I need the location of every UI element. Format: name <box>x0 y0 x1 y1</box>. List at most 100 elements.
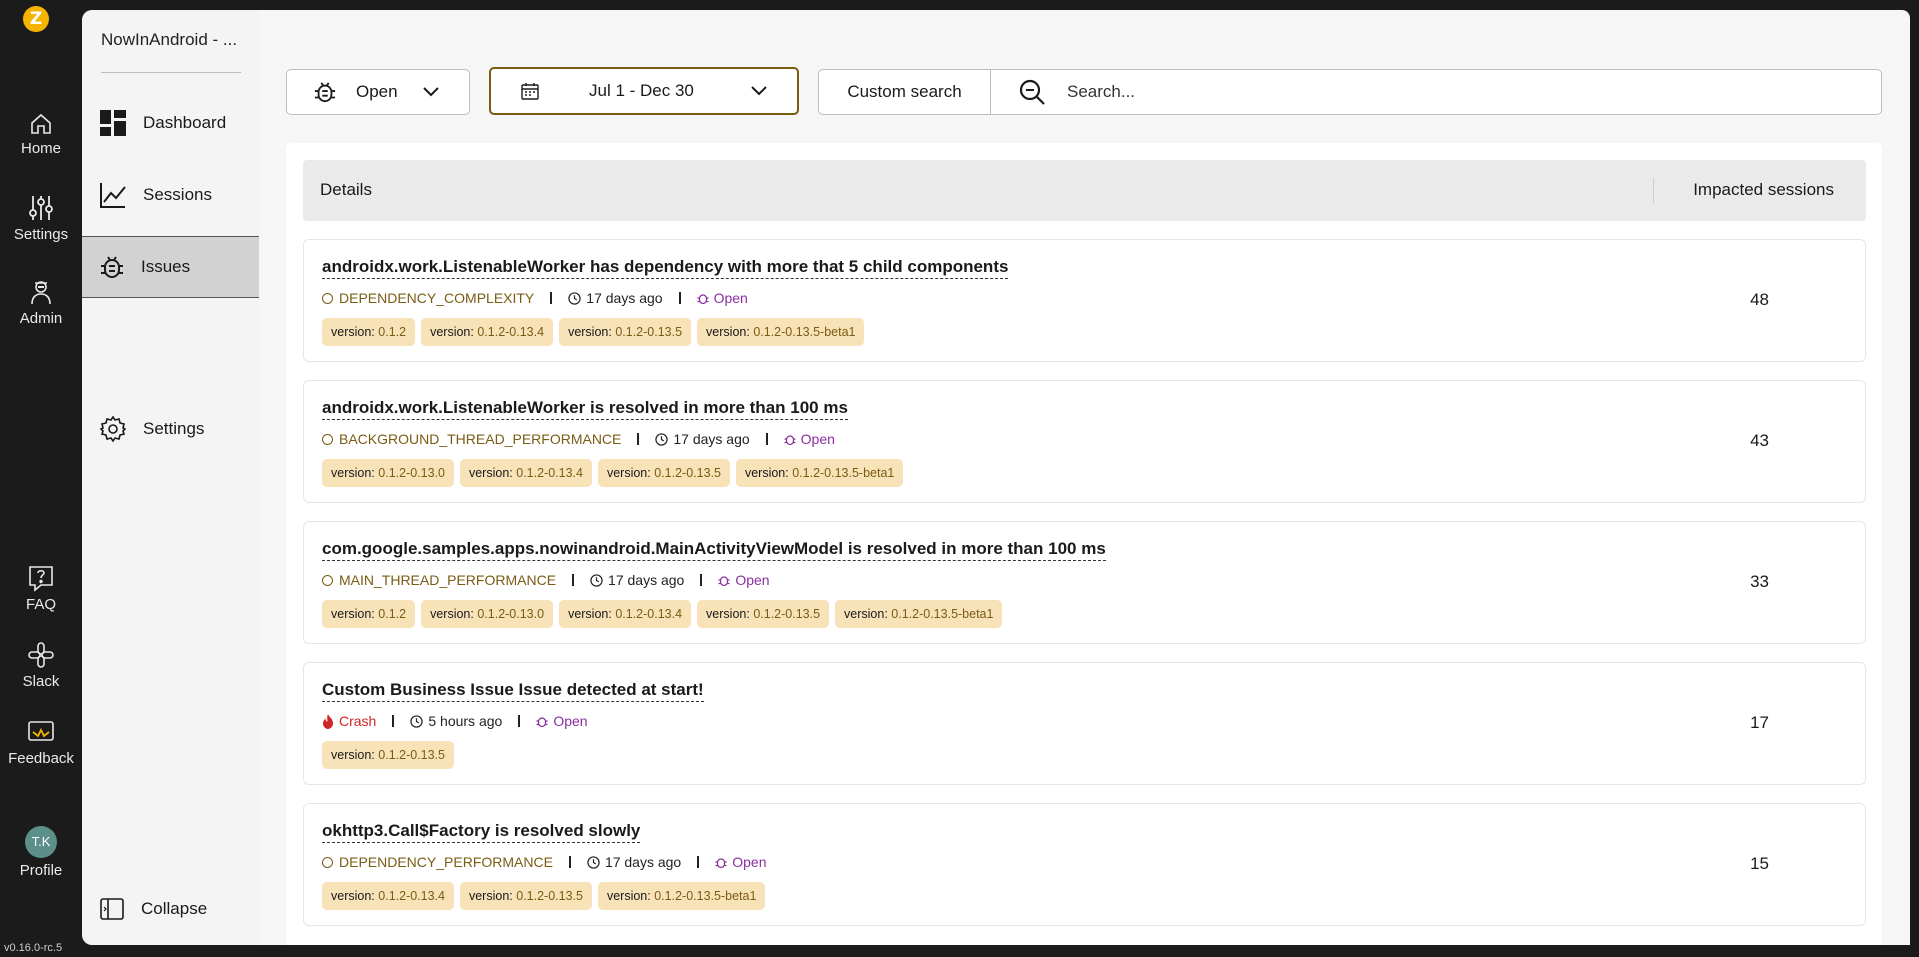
issue-time-label: 17 days ago <box>586 290 663 306</box>
chevron-down-icon <box>751 86 767 96</box>
bug-icon <box>718 575 730 586</box>
issue-type-label: BACKGROUND_THREAD_PERFORMANCE <box>339 431 622 447</box>
meta-divider <box>678 292 681 304</box>
version-tag: version: 0.1.2-0.13.5-beta1 <box>735 459 904 487</box>
table-row[interactable]: com.google.samples.apps.nowinandroid.Mai… <box>303 521 1866 644</box>
sidebar-item-label: Settings <box>143 419 205 438</box>
version-tag: version: 0.1.2-0.13.5 <box>459 882 592 910</box>
table-row[interactable]: androidx.work.ListenableWorker is resolv… <box>303 380 1866 503</box>
sidebar: NowInAndroid - ... Dashboard Sessions Is… <box>82 10 259 945</box>
bug-icon <box>101 256 123 278</box>
issue-type-label: MAIN_THREAD_PERFORMANCE <box>339 572 557 588</box>
chart-line-icon <box>100 183 126 208</box>
rail-item-faq[interactable]: FAQ <box>0 564 82 613</box>
status-filter-value: Open <box>356 82 398 101</box>
version-tag: version: 0.1.2-0.13.5-beta1 <box>835 600 1003 628</box>
clock-icon <box>590 573 603 587</box>
slack-icon <box>28 642 54 668</box>
rail-item-admin[interactable]: Admin <box>0 278 82 327</box>
collapse-icon <box>100 898 124 920</box>
issue-title[interactable]: androidx.work.ListenableWorker is resolv… <box>322 398 848 420</box>
rail-item-feedback[interactable]: Feedback <box>0 718 82 767</box>
sidebar-item-settings[interactable]: Settings <box>82 398 259 460</box>
main-content: Open Jul 1 - Dec 30 Custom search Detail… <box>259 10 1910 945</box>
rail-label: Slack <box>22 673 60 690</box>
sidebar-divider <box>101 72 241 73</box>
version-tag: version: 0.1.2-0.13.4 <box>459 459 592 487</box>
version-tags: version: 0.1.2 version: 0.1.2-0.13.4 ver… <box>322 318 870 346</box>
meta-divider <box>550 292 553 304</box>
version-tags: version: 0.1.2 version: 0.1.2-0.13.0 ver… <box>322 600 1008 628</box>
issue-type: MAIN_THREAD_PERFORMANCE <box>322 572 556 588</box>
circle-icon <box>322 574 333 586</box>
issue-time: 17 days ago <box>568 290 663 306</box>
issue-time: 5 hours ago <box>410 713 502 729</box>
impacted-sessions-count: 33 <box>1750 572 1769 591</box>
issue-time: 17 days ago <box>655 431 750 447</box>
status-filter-dropdown[interactable]: Open <box>286 69 470 115</box>
issue-status: Open <box>718 572 770 588</box>
chevron-down-icon <box>423 87 439 97</box>
issue-status-label: Open <box>800 431 835 447</box>
issue-title[interactable]: androidx.work.ListenableWorker has depen… <box>322 257 1009 279</box>
impacted-sessions-count: 43 <box>1750 431 1769 450</box>
date-range-dropdown[interactable]: Jul 1 - Dec 30 <box>489 67 799 115</box>
rail-item-profile[interactable]: T.K Profile <box>0 826 82 879</box>
sidebar-item-sessions[interactable]: Sessions <box>82 164 259 226</box>
version-tag: version: 0.1.2-0.13.0 <box>322 459 454 487</box>
table-row[interactable]: Custom Business Issue Issue detected at … <box>303 662 1866 785</box>
circle-icon <box>322 433 333 445</box>
dashboard-icon <box>100 110 126 136</box>
clock-icon <box>587 855 600 869</box>
issue-title[interactable]: Custom Business Issue Issue detected at … <box>322 680 704 702</box>
clock-icon <box>410 714 424 728</box>
issues-table: Details Impacted sessions androidx.work.… <box>286 143 1882 945</box>
issue-time: 17 days ago <box>590 572 684 588</box>
issue-type: BACKGROUND_THREAD_PERFORMANCE <box>322 431 621 447</box>
app-rail: Z Home Settings Admin FAQ Slack Feedback… <box>0 0 82 957</box>
version-tags: version: 0.1.2-0.13.5 <box>322 741 460 769</box>
home-icon <box>31 113 51 134</box>
table-row[interactable]: okhttp3.Call$Factory is resolved slowly … <box>303 803 1866 926</box>
feedback-icon <box>28 721 54 741</box>
meta-divider <box>572 574 575 586</box>
sidebar-item-label: Sessions <box>143 185 212 204</box>
column-header-impacted-sessions[interactable]: Impacted sessions <box>1693 180 1834 200</box>
version-tag: version: 0.1.2-0.13.4 <box>322 882 454 910</box>
version-tag: version: 0.1.2-0.13.5 <box>597 459 730 487</box>
sidebar-item-issues[interactable]: Issues <box>82 236 259 298</box>
bug-icon <box>536 716 548 727</box>
version-tag: version: 0.1.2-0.13.5 <box>559 318 692 346</box>
sidebar-item-dashboard[interactable]: Dashboard <box>82 92 259 154</box>
bug-icon <box>314 82 336 103</box>
issue-meta: BACKGROUND_THREAD_PERFORMANCE 17 days ag… <box>322 431 835 447</box>
issue-meta: DEPENDENCY_COMPLEXITY 17 days ago Open <box>322 290 748 306</box>
table-row[interactable]: androidx.work.ListenableWorker has depen… <box>303 239 1866 362</box>
search-input[interactable] <box>1067 82 1847 102</box>
avatar: T.K <box>25 826 57 858</box>
meta-divider <box>392 715 395 727</box>
sidebar-item-label: Issues <box>141 257 191 276</box>
meta-divider <box>568 856 571 868</box>
version-tags: version: 0.1.2-0.13.0 version: 0.1.2-0.1… <box>322 459 909 487</box>
issue-status-label: Open <box>735 572 770 588</box>
app-logo[interactable]: Z <box>23 6 49 32</box>
search-icon <box>1019 79 1045 105</box>
issue-title[interactable]: com.google.samples.apps.nowinandroid.Mai… <box>322 539 1106 561</box>
issue-status-label: Open <box>553 713 588 729</box>
issue-title[interactable]: okhttp3.Call$Factory is resolved slowly <box>322 821 641 843</box>
issue-type-label: Crash <box>339 713 377 729</box>
issue-type: DEPENDENCY_PERFORMANCE <box>322 854 553 870</box>
issue-status-label: Open <box>713 290 748 306</box>
version-tag: version: 0.1.2-0.13.5-beta1 <box>697 318 865 346</box>
custom-search-button[interactable]: Custom search <box>819 70 991 114</box>
issue-time-label: 17 days ago <box>608 572 685 588</box>
bug-icon <box>715 857 727 868</box>
version-tags: version: 0.1.2-0.13.4 version: 0.1.2-0.1… <box>322 882 771 910</box>
collapse-button[interactable]: Collapse <box>82 884 259 934</box>
clock-icon <box>568 291 581 305</box>
project-name[interactable]: NowInAndroid - ... <box>101 30 237 50</box>
rail-item-slack[interactable]: Slack <box>0 641 82 690</box>
rail-item-home[interactable]: Home <box>0 112 82 157</box>
rail-item-settings[interactable]: Settings <box>0 194 82 243</box>
